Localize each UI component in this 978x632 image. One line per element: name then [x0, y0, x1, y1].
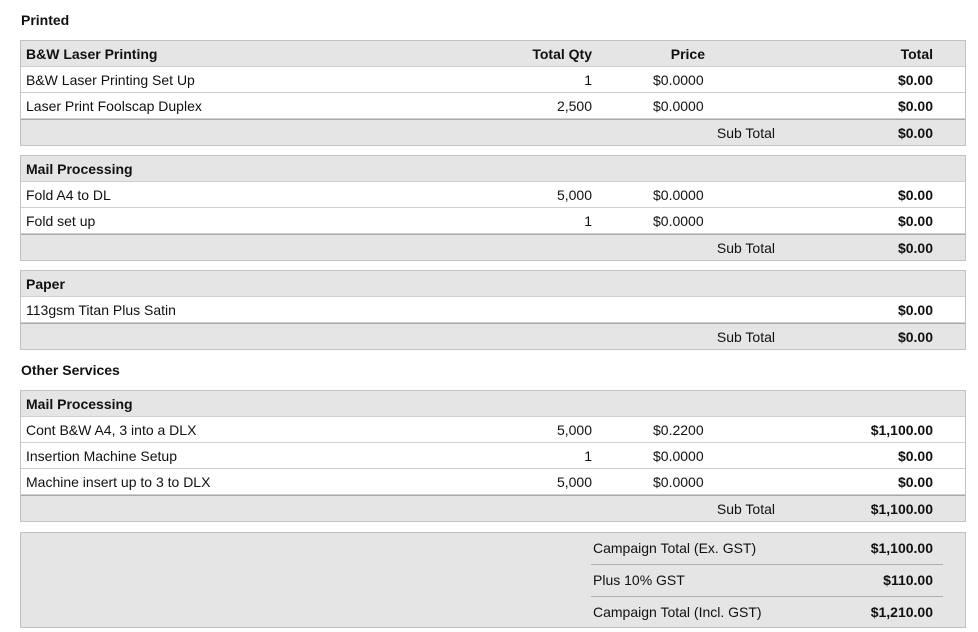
table-row: Fold A4 to DL 5,000 $0.0000 $0.00	[21, 182, 965, 208]
item-total: $0.00	[897, 213, 933, 229]
item-description: Insertion Machine Setup	[26, 448, 177, 464]
total-value: $1,210.00	[870, 604, 933, 620]
subtotal-row: Sub Total $0.00	[21, 119, 965, 145]
item-price: $0.0000	[653, 213, 704, 229]
item-qty: 1	[584, 72, 592, 88]
subtotal-label: Sub Total	[716, 329, 775, 345]
total-label: Plus 10% GST	[593, 572, 685, 588]
column-header-price: Price	[670, 46, 705, 62]
item-price: $0.0000	[653, 98, 704, 114]
item-qty: 1	[584, 448, 592, 464]
total-label: Campaign Total (Ex. GST)	[593, 540, 757, 556]
group-paper: Paper 113gsm Titan Plus Satin $0.00 Sub …	[20, 270, 966, 350]
total-row-incl-gst: Campaign Total (Incl. GST) $1,210.00	[591, 597, 943, 629]
group-title: Mail Processing	[26, 161, 133, 177]
item-total: $0.00	[897, 72, 933, 88]
item-qty: 5,000	[556, 474, 592, 490]
table-row: Machine insert up to 3 to DLX 5,000 $0.0…	[21, 469, 965, 495]
item-price: $0.2200	[653, 422, 704, 438]
subtotal-value: $1,100.00	[870, 501, 933, 517]
group-title: B&W Laser Printing	[26, 46, 158, 62]
item-description: Machine insert up to 3 to DLX	[26, 474, 211, 490]
item-total: $0.00	[897, 187, 933, 203]
table-row: 113gsm Titan Plus Satin $0.00	[21, 297, 965, 323]
table-row: B&W Laser Printing Set Up 1 $0.0000 $0.0…	[21, 67, 965, 93]
item-description: Fold set up	[26, 213, 96, 229]
item-total: $1,100.00	[870, 422, 933, 438]
group-header-row: Mail Processing	[21, 156, 965, 182]
subtotal-label: Sub Total	[716, 125, 775, 141]
item-total: $0.00	[897, 448, 933, 464]
item-description: Fold A4 to DL	[26, 187, 111, 203]
item-description: B&W Laser Printing Set Up	[26, 72, 195, 88]
table-row: Fold set up 1 $0.0000 $0.00	[21, 208, 965, 234]
section-heading-other-services: Other Services	[21, 362, 120, 378]
item-price: $0.0000	[653, 187, 704, 203]
item-price: $0.0000	[653, 448, 704, 464]
item-qty: 5,000	[556, 422, 592, 438]
subtotal-row: Sub Total $0.00	[21, 323, 965, 349]
item-total: $0.00	[897, 474, 933, 490]
item-description: Laser Print Foolscap Duplex	[26, 98, 202, 114]
item-price: $0.0000	[653, 72, 704, 88]
group-mail-processing: Mail Processing Fold A4 to DL 5,000 $0.0…	[20, 155, 966, 261]
subtotal-value: $0.00	[897, 125, 933, 141]
total-value: $1,100.00	[870, 540, 933, 556]
subtotal-label: Sub Total	[716, 240, 775, 256]
group-mail-processing-services: Mail Processing Cont B&W A4, 3 into a DL…	[20, 390, 966, 522]
total-value: $110.00	[883, 572, 933, 588]
column-header-total: Total	[900, 46, 933, 62]
item-total: $0.00	[897, 98, 933, 114]
table-row: Cont B&W A4, 3 into a DLX 5,000 $0.2200 …	[21, 417, 965, 443]
subtotal-label: Sub Total	[716, 501, 775, 517]
group-title: Mail Processing	[26, 396, 133, 412]
subtotal-value: $0.00	[897, 240, 933, 256]
item-qty: 5,000	[556, 187, 592, 203]
total-row-gst: Plus 10% GST $110.00	[591, 565, 943, 597]
campaign-totals-panel: Campaign Total (Ex. GST) $1,100.00 Plus …	[20, 532, 966, 628]
subtotal-row: Sub Total $1,100.00	[21, 495, 965, 521]
subtotal-row: Sub Total $0.00	[21, 234, 965, 260]
group-header-row: Paper	[21, 271, 965, 297]
column-header-total-qty: Total Qty	[532, 46, 592, 62]
group-title: Paper	[26, 276, 65, 292]
group-header-row: B&W Laser Printing Total Qty Price Total	[21, 41, 965, 67]
group-header-row: Mail Processing	[21, 391, 965, 417]
total-label: Campaign Total (Incl. GST)	[593, 604, 762, 620]
section-heading-printed: Printed	[21, 12, 70, 28]
item-qty: 2,500	[556, 98, 592, 114]
table-row: Insertion Machine Setup 1 $0.0000 $0.00	[21, 443, 965, 469]
group-bw-laser-printing: B&W Laser Printing Total Qty Price Total…	[20, 40, 966, 146]
item-description: 113gsm Titan Plus Satin	[26, 302, 176, 318]
table-row: Laser Print Foolscap Duplex 2,500 $0.000…	[21, 93, 965, 119]
item-total: $0.00	[897, 302, 933, 318]
subtotal-value: $0.00	[897, 329, 933, 345]
item-price: $0.0000	[653, 474, 704, 490]
item-qty: 1	[584, 213, 592, 229]
total-row-ex-gst: Campaign Total (Ex. GST) $1,100.00	[591, 533, 943, 565]
item-description: Cont B&W A4, 3 into a DLX	[26, 422, 197, 438]
